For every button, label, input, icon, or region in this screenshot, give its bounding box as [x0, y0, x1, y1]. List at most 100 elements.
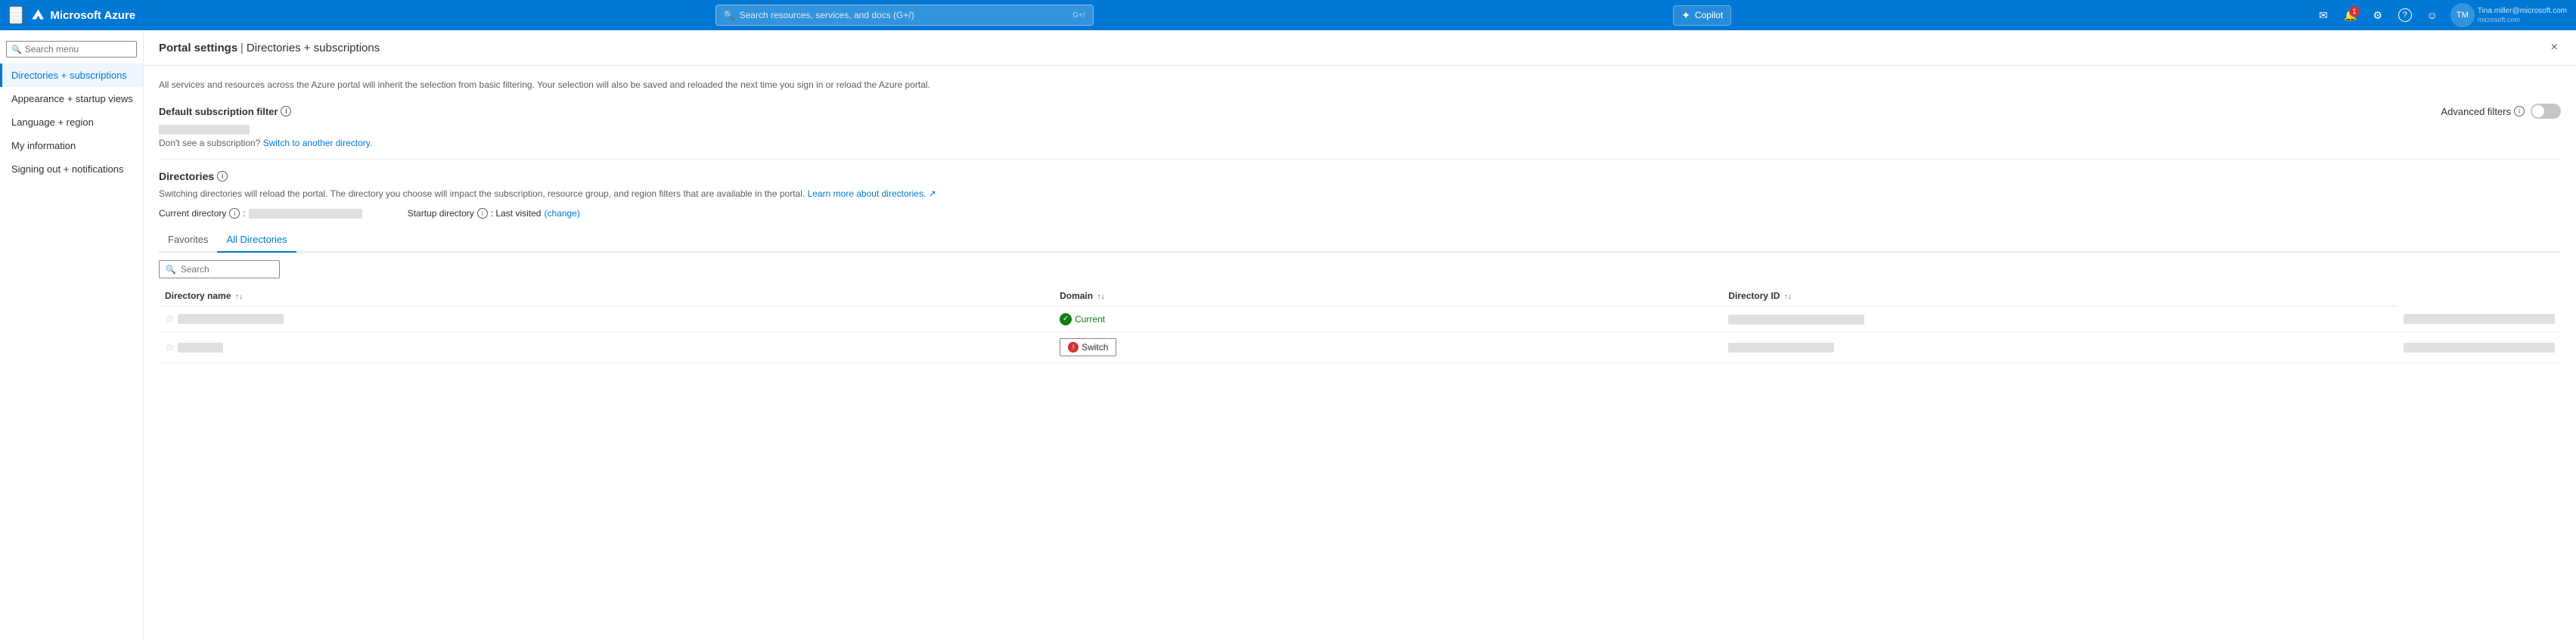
user-domain: microsoft.com: [2478, 16, 2567, 25]
subscription-filter-info-icon[interactable]: i: [281, 106, 291, 117]
logo-text: Microsoft Azure: [50, 9, 135, 22]
user-email: Tina.miller@microsoft.com: [2478, 6, 2567, 16]
row2-domain-blurred: [1728, 343, 1834, 353]
sidebar-item-language-label: Language + region: [11, 117, 94, 128]
current-dir-info-icon[interactable]: i: [229, 208, 240, 219]
azure-logo: Microsoft Azure: [30, 8, 135, 23]
sidebar-item-signout[interactable]: Signing out + notifications: [0, 157, 143, 181]
help-button[interactable]: ?: [2393, 3, 2417, 27]
copilot-button[interactable]: ✦ Copilot: [1673, 5, 1731, 26]
advanced-filters-toggle[interactable]: [2531, 104, 2561, 119]
warning-icon: !: [1068, 342, 1079, 353]
directory-meta: Current directory i : Startup directory …: [159, 208, 2561, 219]
row1-domain-blurred: [1728, 315, 1864, 325]
directory-table: Directory name ↑↓ Domain ↑↓ Directory ID…: [159, 286, 2561, 363]
advanced-filters-section: Advanced filters i: [2441, 104, 2562, 119]
directories-description: Switching directories will reload the po…: [159, 187, 2561, 200]
topbar-actions: ✉ 🔔 1 ⚙ ? ☺ TM Tina.miller@microsoft.com…: [2311, 3, 2567, 27]
info-description: All services and resources across the Az…: [159, 78, 2561, 92]
col-domain: Domain ↑↓: [1054, 286, 1722, 306]
default-subscription-section: Default subscription filter i Advanced f…: [159, 104, 2561, 148]
sidebar-item-appearance-label: Appearance + startup views: [11, 93, 133, 104]
search-icon: 🔍: [724, 10, 735, 20]
sidebar-item-appearance[interactable]: Appearance + startup views: [0, 87, 143, 110]
row2-id-cell: [2398, 332, 2561, 363]
copilot-icon: ✦: [1681, 9, 1690, 22]
email-icon: ✉: [2319, 9, 2328, 22]
current-directory-value: [249, 209, 362, 219]
col-directory-id: Directory ID ↑↓: [1722, 286, 2398, 306]
table-body: ☆ Current: [159, 306, 2561, 363]
user-avatar[interactable]: TM: [2450, 3, 2475, 27]
main-container: 🔍 Directories + subscriptions Appearance…: [0, 30, 2576, 640]
notifications-button[interactable]: 🔔 1: [2339, 3, 2363, 27]
sidebar-search-input[interactable]: [25, 44, 132, 54]
directory-search-icon: 🔍: [166, 265, 176, 275]
sidebar-item-signout-label: Signing out + notifications: [11, 163, 124, 175]
close-button[interactable]: ×: [2548, 38, 2561, 57]
row2-name-cell: ☆: [159, 332, 1054, 363]
tab-favorites[interactable]: Favorites: [159, 228, 217, 253]
row2-domain-cell: [1722, 332, 2398, 363]
table-header: Directory name ↑↓ Domain ↑↓ Directory ID…: [159, 286, 2561, 306]
sidebar-search-icon: 🔍: [11, 45, 22, 54]
change-startup-link[interactable]: (change): [544, 208, 579, 219]
sidebar: 🔍 Directories + subscriptions Appearance…: [0, 30, 144, 640]
user-info[interactable]: Tina.miller@microsoft.com microsoft.com: [2478, 6, 2567, 25]
avatar-initials: TM: [2457, 11, 2469, 20]
subscription-blurred-value: [159, 125, 250, 135]
startup-directory-label: Startup directory: [408, 208, 474, 219]
sidebar-item-myinfo[interactable]: My information: [0, 134, 143, 157]
directory-search-input[interactable]: [181, 264, 273, 275]
subscription-row: [159, 125, 2561, 135]
notification-count: 1: [2349, 6, 2360, 17]
sidebar-search-bar[interactable]: 🔍: [6, 41, 137, 57]
row2-favorite-icon[interactable]: ☆: [165, 341, 175, 354]
sort-domain-icon[interactable]: ↑↓: [1097, 293, 1104, 301]
row1-current-status: Current: [1060, 313, 1716, 325]
global-search-bar[interactable]: 🔍 G+/: [715, 5, 1094, 26]
copilot-label: Copilot: [1695, 10, 1723, 20]
feedback-button[interactable]: ☺: [2420, 3, 2444, 27]
col-directory-name: Directory name ↑↓: [159, 286, 1054, 306]
subscription-filter-title: Default subscription filter i: [159, 106, 291, 117]
sidebar-item-directories-label: Directories + subscriptions: [11, 70, 127, 81]
feedback-icon: ☺: [2427, 9, 2438, 21]
directory-search-bar[interactable]: 🔍: [159, 260, 280, 278]
row1-id-cell: [2398, 306, 2561, 332]
topbar: ☰ Microsoft Azure 🔍 G+/ ✦ Copilot ✉ 🔔 1 …: [0, 0, 2576, 30]
settings-button[interactable]: ⚙: [2366, 3, 2390, 27]
switch-directory-link[interactable]: Switch to another directory.: [263, 138, 373, 148]
row2-id-blurred: [2404, 343, 2555, 353]
sort-dir-id-icon[interactable]: ↑↓: [1784, 293, 1792, 301]
table-row: ☆ Current: [159, 306, 2561, 332]
learn-more-link[interactable]: Learn more about directories. ↗: [808, 188, 936, 199]
hamburger-menu-button[interactable]: ☰: [9, 6, 23, 24]
sort-dir-name-icon[interactable]: ↑↓: [235, 293, 243, 301]
row1-domain-cell: [1722, 306, 2398, 332]
sidebar-item-language[interactable]: Language + region: [0, 110, 143, 134]
sidebar-item-myinfo-label: My information: [11, 140, 76, 151]
toggle-knob: [2532, 105, 2544, 117]
startup-directory-item: Startup directory i : Last visited (chan…: [408, 208, 580, 219]
sidebar-item-directories[interactable]: Directories + subscriptions: [0, 64, 143, 87]
email-button[interactable]: ✉: [2311, 3, 2335, 27]
switch-button[interactable]: ! Switch: [1060, 338, 1116, 356]
sidebar-search-wrapper: 🔍: [0, 38, 143, 64]
row1-status-cell: Current: [1054, 306, 1722, 332]
directory-tabs: Favorites All Directories: [159, 228, 2561, 253]
advanced-filters-label: Advanced filters i: [2441, 106, 2525, 117]
row1-favorite-icon[interactable]: ☆: [165, 312, 175, 325]
subscription-filter-header: Default subscription filter i Advanced f…: [159, 104, 2561, 119]
directories-info-icon[interactable]: i: [217, 171, 228, 182]
content-panel: Portal settings | Directories + subscrip…: [144, 30, 2576, 640]
tab-all-directories[interactable]: All Directories: [217, 228, 296, 253]
global-search-input[interactable]: [740, 10, 1069, 20]
dont-see-subscription: Don't see a subscription? Switch to anot…: [159, 138, 2561, 148]
current-directory-label: Current directory: [159, 208, 226, 219]
content-body: All services and resources across the Az…: [144, 66, 2576, 375]
advanced-filters-info-icon[interactable]: i: [2514, 106, 2525, 117]
current-directory-item: Current directory i :: [159, 208, 362, 219]
page-title: Portal settings | Directories + subscrip…: [159, 42, 380, 54]
startup-dir-info-icon[interactable]: i: [477, 208, 488, 219]
